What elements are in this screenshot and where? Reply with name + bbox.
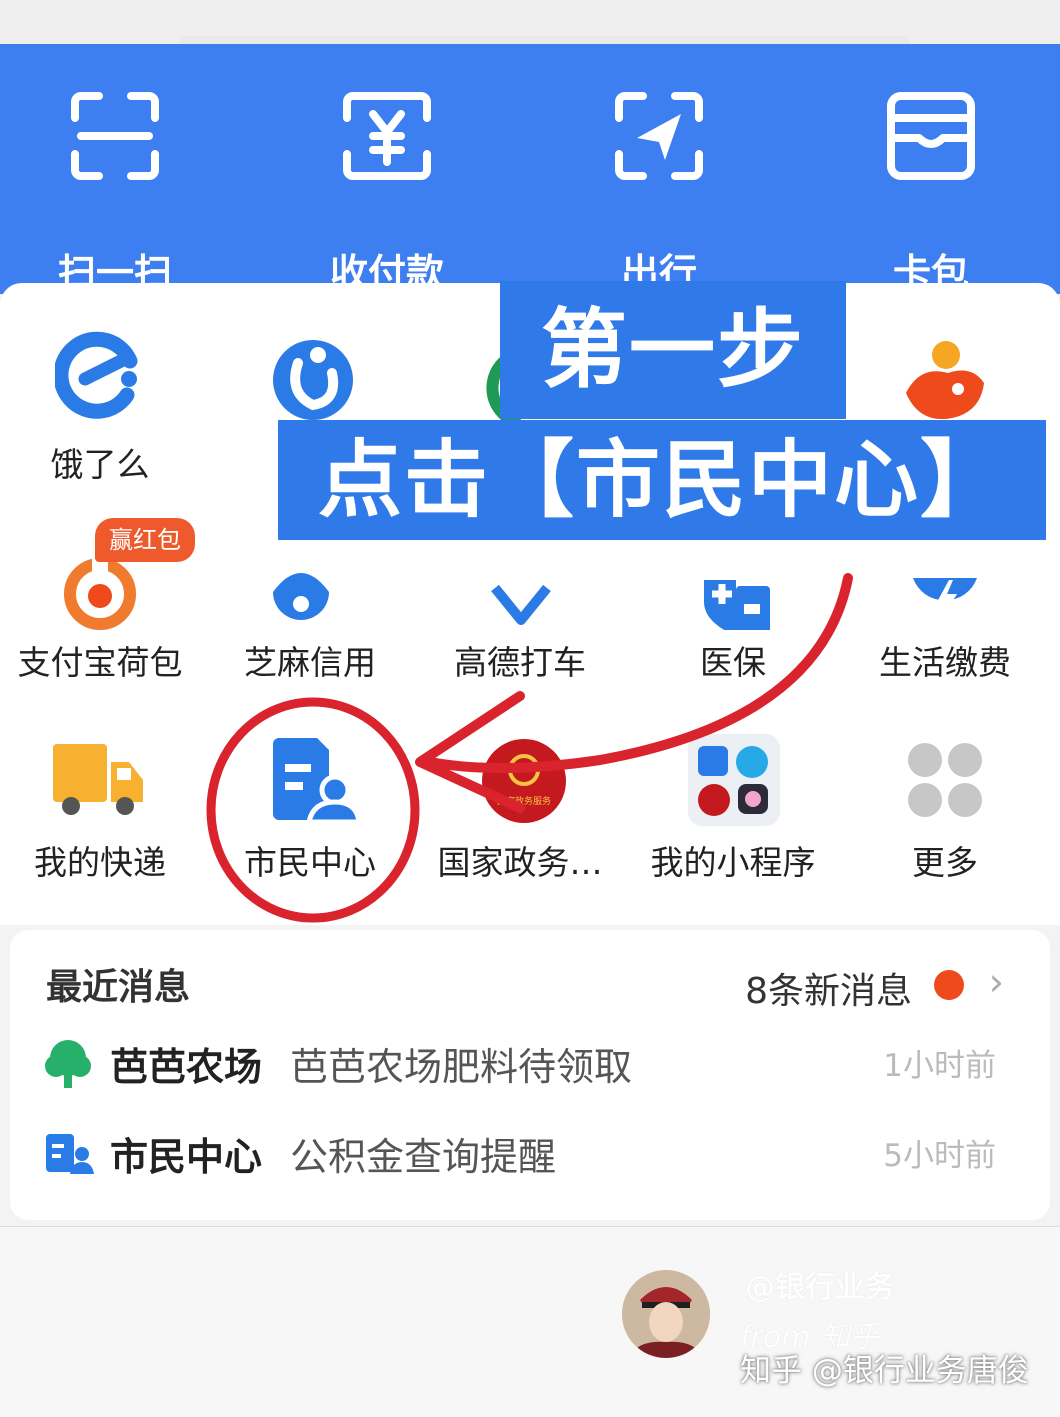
citizen-center-small-icon: [46, 1134, 94, 1174]
watermark-top: @银行业务: [745, 1270, 895, 1305]
message-row[interactable]: 芭芭农场 芭芭农场肥料待领取 1小时前: [10, 1024, 1050, 1104]
avatar-portrait: [622, 1270, 710, 1358]
watermark-zhihu: 知乎 @银行业务唐俊: [740, 1353, 1029, 1389]
messages-title: 最近消息: [46, 967, 191, 1008]
message-row[interactable]: 市民中心 公积金查询提醒 5小时前: [10, 1114, 1050, 1194]
arrow-head: [415, 691, 525, 813]
pointer-arrow: [425, 573, 853, 773]
tree-icon: [45, 1040, 91, 1088]
recent-messages-card[interactable]: 最近消息 8条新消息 › 芭芭农场 芭芭农场肥料待领取 1小时前 市民中心 公积…: [10, 930, 1050, 1220]
chevron-right-icon[interactable]: ›: [989, 960, 1004, 1004]
message-text: 公积金查询提醒: [290, 1135, 557, 1179]
message-time: 1小时前: [883, 1048, 996, 1084]
message-time: 5小时前: [883, 1138, 996, 1174]
highlight-circle: [206, 697, 420, 923]
new-message-count[interactable]: 8条新消息: [745, 962, 912, 1014]
unread-dot: [934, 970, 964, 1000]
author-avatar: [622, 1270, 710, 1358]
message-text: 芭芭农场肥料待领取: [290, 1045, 633, 1089]
message-source: 市民中心: [110, 1135, 263, 1179]
message-source: 芭芭农场: [110, 1045, 263, 1089]
